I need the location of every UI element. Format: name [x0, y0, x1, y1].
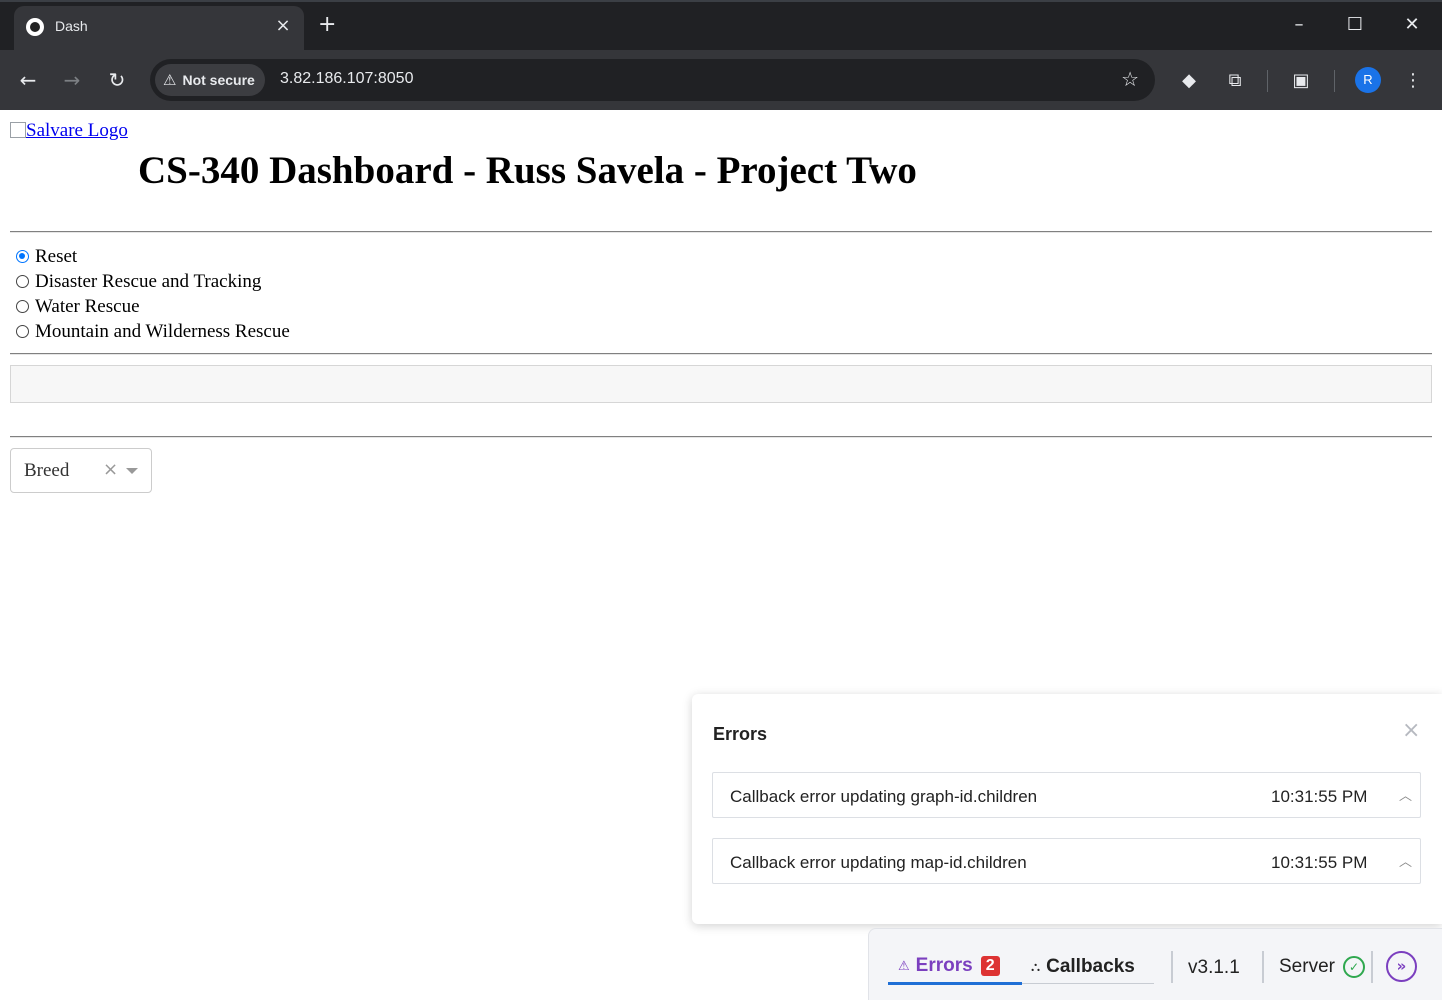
back-arrow-icon[interactable]: ←: [15, 68, 41, 94]
security-label: Not secure: [182, 72, 255, 88]
active-tab-indicator: [888, 982, 1022, 985]
profile-avatar[interactable]: R: [1355, 67, 1381, 93]
tab-close-icon[interactable]: ×: [272, 15, 294, 37]
browser-tab[interactable]: Dash ×: [14, 6, 304, 52]
collapse-devtools-icon[interactable]: »: [1386, 951, 1417, 982]
warning-triangle-icon: ⚠: [898, 958, 910, 974]
errors-panel: Errors × Callback error updating graph-i…: [692, 694, 1442, 924]
extensions-puzzle-icon[interactable]: ⧉: [1222, 68, 1248, 94]
radio-button[interactable]: [16, 250, 29, 263]
security-chip[interactable]: ⚠ Not secure: [155, 64, 265, 96]
dash-favicon-icon: [26, 18, 44, 36]
error-count-badge: 2: [980, 956, 1000, 976]
window-close-icon[interactable]: ✕: [1397, 14, 1427, 36]
separator: [1262, 951, 1264, 983]
devtools-errors-tab[interactable]: ⚠ Errors 2: [898, 955, 1000, 977]
error-message: Callback error updating graph-id.childre…: [730, 787, 1038, 806]
dropdown-value: Breed: [24, 460, 70, 481]
radio-button[interactable]: [16, 325, 29, 338]
divider: [10, 353, 1432, 355]
separator: [1371, 951, 1373, 983]
logo-link[interactable]: Salvare Logo: [10, 120, 128, 142]
forward-arrow-icon[interactable]: →: [59, 68, 85, 94]
browser-toolbar: ← → ↻ ⚠ Not secure 3.82.186.107:8050 ☆ ◆…: [0, 50, 1442, 110]
error-item[interactable]: Callback error updating map-id.children …: [712, 838, 1421, 884]
radio-button[interactable]: [16, 300, 29, 313]
server-label: Server: [1279, 956, 1335, 977]
errors-panel-title: Errors: [713, 724, 768, 744]
broken-image-icon: [10, 122, 26, 138]
minimize-icon[interactable]: –: [1284, 14, 1314, 36]
kebab-menu-icon[interactable]: ⋮: [1400, 68, 1426, 94]
radio-label: Mountain and Wilderness Rescue: [35, 320, 290, 342]
tab-title: Dash: [55, 18, 88, 34]
divider: [10, 231, 1432, 233]
address-bar[interactable]: ⚠ Not secure 3.82.186.107:8050 ☆: [150, 59, 1155, 101]
radio-option-water-rescue[interactable]: Water Rescue: [16, 294, 140, 319]
callbacks-tab-label: Callbacks: [1046, 956, 1135, 977]
bookmark-star-icon[interactable]: ☆: [1121, 67, 1139, 91]
radio-label: Water Rescue: [35, 295, 140, 317]
error-message: Callback error updating map-id.children: [730, 853, 1027, 872]
chevron-down-icon[interactable]: [126, 468, 138, 474]
error-timestamp: 10:31:55 PM: [1271, 787, 1368, 806]
divider: [10, 436, 1432, 438]
reload-icon[interactable]: ↻: [104, 68, 130, 94]
callback-graph-icon: ⛬: [1031, 959, 1041, 975]
breed-dropdown[interactable]: Breed ×: [10, 448, 152, 493]
check-circle-icon: ✓: [1342, 956, 1365, 978]
radio-button[interactable]: [16, 275, 29, 288]
radio-label: Disaster Rescue and Tracking: [35, 270, 262, 292]
browser-tabstrip: Dash × + – ☐ ✕: [0, 0, 1442, 52]
clear-icon[interactable]: ×: [103, 459, 118, 480]
toolbar-divider: [1267, 70, 1268, 92]
new-tab-icon[interactable]: +: [318, 14, 336, 36]
tab-search-icon[interactable]: ▣: [1288, 68, 1314, 94]
radio-option-disaster-rescue[interactable]: Disaster Rescue and Tracking: [16, 269, 261, 294]
tab-underline: [1022, 983, 1154, 984]
server-status: Server ✓: [1279, 956, 1365, 978]
maximize-icon[interactable]: ☐: [1340, 14, 1370, 36]
page-title: CS-340 Dashboard - Russ Savela - Project…: [138, 149, 917, 192]
warning-triangle-icon: ⚠: [163, 72, 177, 89]
logo-alt-text: Salvare Logo: [26, 120, 128, 141]
radio-label: Reset: [35, 245, 78, 267]
close-icon[interactable]: ×: [1402, 718, 1420, 743]
url-text[interactable]: 3.82.186.107:8050: [280, 70, 413, 88]
devtools-bar: ⚠ Errors 2 ⛬ Callbacks v3.1.1 Server ✓ »: [868, 928, 1442, 1000]
radio-option-mountain-rescue[interactable]: Mountain and Wilderness Rescue: [16, 319, 290, 344]
devtools-callbacks-tab[interactable]: ⛬ Callbacks: [1031, 956, 1135, 978]
radio-option-reset[interactable]: Reset: [16, 244, 77, 269]
chevron-up-icon[interactable]: ︿: [1399, 851, 1412, 870]
password-manager-icon[interactable]: ◆: [1176, 68, 1202, 94]
error-item[interactable]: Callback error updating graph-id.childre…: [712, 772, 1421, 818]
toolbar-divider: [1334, 70, 1335, 92]
dash-version: v3.1.1: [1188, 957, 1240, 978]
errors-tab-label: Errors: [915, 955, 973, 976]
data-table-placeholder: [10, 365, 1432, 403]
chevron-up-icon[interactable]: ︿: [1399, 785, 1412, 804]
error-timestamp: 10:31:55 PM: [1271, 853, 1368, 872]
separator: [1171, 951, 1173, 983]
